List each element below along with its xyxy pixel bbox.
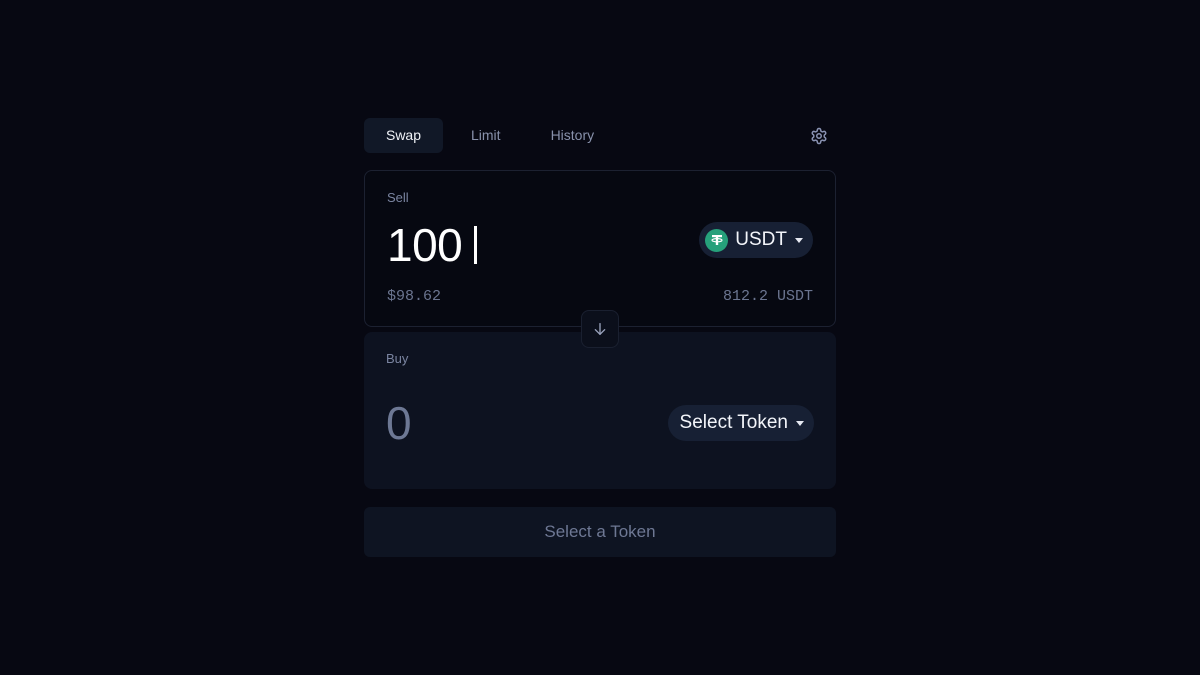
chevron-down-icon (796, 420, 804, 426)
swap-widget: Swap Limit History Sell 100 USDT $98.62 (364, 118, 836, 557)
flip-direction-button[interactable] (581, 310, 619, 348)
sell-token-selector[interactable]: USDT (699, 222, 813, 258)
select-token-label: Select Token (679, 412, 788, 433)
settings-button[interactable] (808, 125, 830, 147)
sell-token-symbol: USDT (735, 229, 787, 250)
tether-icon (705, 228, 729, 252)
sell-amount-input[interactable]: 100 (387, 218, 478, 272)
sell-panel: Sell 100 USDT $98.62 812.2 USDT (364, 170, 836, 327)
text-cursor (474, 226, 478, 264)
sell-balance[interactable]: 812.2 USDT (723, 288, 813, 305)
tab-bar: Swap Limit History (364, 118, 836, 153)
chevron-down-icon (795, 237, 803, 243)
tab-swap[interactable]: Swap (364, 118, 443, 153)
tab-limit[interactable]: Limit (449, 118, 523, 153)
sell-amount-value: 100 (387, 219, 463, 271)
gear-icon (811, 127, 827, 145)
select-token-action-button[interactable]: Select a Token (364, 507, 836, 557)
buy-amount-input[interactable]: 0 (386, 396, 412, 450)
buy-token-selector[interactable]: Select Token (667, 405, 814, 441)
tab-history[interactable]: History (529, 118, 617, 153)
buy-label: Buy (386, 351, 409, 366)
sell-usd-value: $98.62 (387, 288, 442, 305)
arrow-down-icon (594, 323, 606, 335)
sell-label: Sell (387, 190, 409, 205)
buy-panel: Buy 0 Select Token (364, 332, 836, 489)
